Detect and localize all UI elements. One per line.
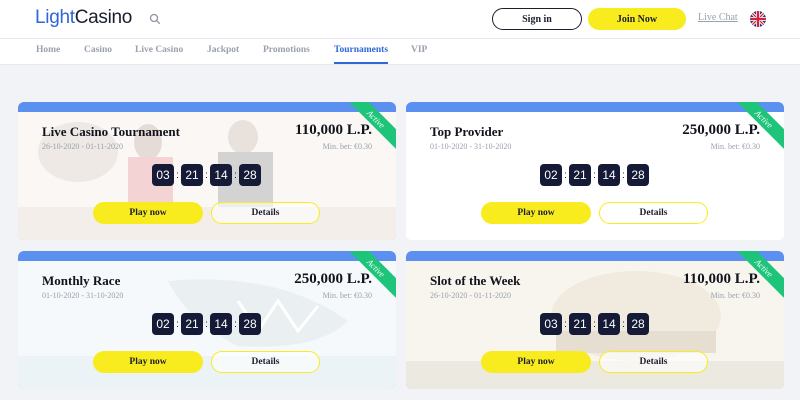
timer-separator: :: [234, 318, 237, 330]
timer-hours: 21: [569, 313, 591, 335]
nav-live-casino[interactable]: Live Casino: [135, 45, 183, 55]
timer-separator: :: [205, 169, 208, 181]
timer-days: 03: [152, 164, 174, 186]
tournament-card-slot-of-the-week: Active Slot of the Week 110,000 L.P. 26-…: [406, 251, 784, 389]
tournament-dates: 01-10-2020 - 31-10-2020: [430, 142, 512, 151]
card-header-strip: [18, 102, 396, 112]
join-now-button[interactable]: Join Now: [588, 8, 686, 30]
min-bet: Min. bet: €0.30: [710, 142, 760, 151]
card-header-strip: [406, 102, 784, 112]
timer-minutes: 14: [598, 313, 620, 335]
tournament-card-live-casino: Active Live Casino Tournament 110,000 L.…: [18, 102, 396, 240]
min-bet: Min. bet: €0.30: [322, 142, 372, 151]
tournament-title: Top Provider: [430, 124, 504, 139]
timer-separator: :: [176, 318, 179, 330]
tournament-card-top-provider: Active Top Provider 250,000 L.P. 01-10-2…: [406, 102, 784, 240]
timer-seconds: 28: [239, 313, 261, 335]
timer-separator: :: [622, 318, 625, 330]
tournament-prize: 250,000 L.P.: [682, 122, 760, 138]
tournament-dates: 26-10-2020 - 01-11-2020: [430, 291, 512, 300]
play-now-button[interactable]: Play now: [481, 351, 591, 373]
nav-casino[interactable]: Casino: [84, 45, 112, 55]
nav-promotions[interactable]: Promotions: [263, 45, 310, 55]
timer-hours: 21: [181, 164, 203, 186]
nav-vip[interactable]: VIP: [411, 45, 427, 55]
nav-tournaments[interactable]: Tournaments: [334, 45, 388, 55]
tournament-title: Monthly Race: [42, 273, 121, 288]
timer-days: 03: [540, 313, 562, 335]
details-button[interactable]: Details: [211, 202, 320, 224]
nav-jackpot[interactable]: Jackpot: [207, 45, 239, 55]
tournament-card-monthly-race: Active Monthly Race 250,000 L.P. 01-10-2…: [18, 251, 396, 389]
tournament-title: Slot of the Week: [430, 273, 521, 288]
tournament-prize: 250,000 L.P.: [294, 271, 372, 287]
sign-in-button[interactable]: Sign in: [492, 8, 582, 30]
countdown-timer: 03 : 21 : 14 : 28: [152, 164, 261, 186]
timer-minutes: 14: [210, 313, 232, 335]
tournament-dates: 26-10-2020 - 01-11-2020: [42, 142, 124, 151]
timer-separator: :: [234, 169, 237, 181]
logo-casino-text: Casino: [74, 7, 133, 28]
top-header: LightCasino Sign in Join Now Live Chat: [0, 0, 800, 38]
timer-separator: :: [593, 318, 596, 330]
tournament-dates: 01-10-2020 - 31-10-2020: [42, 291, 124, 300]
countdown-timer: 02 : 21 : 14 : 28: [540, 164, 649, 186]
countdown-timer: 02 : 21 : 14 : 28: [152, 313, 261, 335]
card-header-strip: [18, 251, 396, 261]
active-tab-indicator: [334, 62, 388, 64]
card-header-strip: [406, 251, 784, 261]
tournament-prize: 110,000 L.P.: [683, 271, 760, 287]
play-now-button[interactable]: Play now: [93, 202, 203, 224]
play-now-button[interactable]: Play now: [93, 351, 203, 373]
details-button[interactable]: Details: [599, 351, 708, 373]
timer-separator: :: [205, 318, 208, 330]
timer-days: 02: [540, 164, 562, 186]
timer-minutes: 14: [598, 164, 620, 186]
details-button[interactable]: Details: [599, 202, 708, 224]
tournament-prize: 110,000 L.P.: [295, 122, 372, 138]
timer-separator: :: [564, 169, 567, 181]
details-button[interactable]: Details: [211, 351, 320, 373]
timer-separator: :: [176, 169, 179, 181]
tournament-title: Live Casino Tournament: [42, 124, 180, 139]
min-bet: Min. bet: €0.30: [322, 291, 372, 300]
main-nav: Home Casino Live Casino Jackpot Promotio…: [0, 38, 800, 65]
logo-light-text: Light: [35, 7, 75, 28]
min-bet: Min. bet: €0.30: [710, 291, 760, 300]
uk-flag-icon[interactable]: [750, 11, 766, 27]
timer-seconds: 28: [239, 164, 261, 186]
countdown-timer: 03 : 21 : 14 : 28: [540, 313, 649, 335]
play-now-button[interactable]: Play now: [481, 202, 591, 224]
site-logo[interactable]: LightCasino: [35, 7, 132, 29]
timer-separator: :: [564, 318, 567, 330]
timer-minutes: 14: [210, 164, 232, 186]
timer-seconds: 28: [627, 164, 649, 186]
timer-hours: 21: [569, 164, 591, 186]
live-chat-link[interactable]: Live Chat: [698, 12, 738, 23]
timer-separator: :: [593, 169, 596, 181]
timer-days: 02: [152, 313, 174, 335]
nav-home[interactable]: Home: [36, 45, 60, 55]
timer-seconds: 28: [627, 313, 649, 335]
timer-hours: 21: [181, 313, 203, 335]
timer-separator: :: [622, 169, 625, 181]
search-icon[interactable]: [149, 13, 161, 25]
